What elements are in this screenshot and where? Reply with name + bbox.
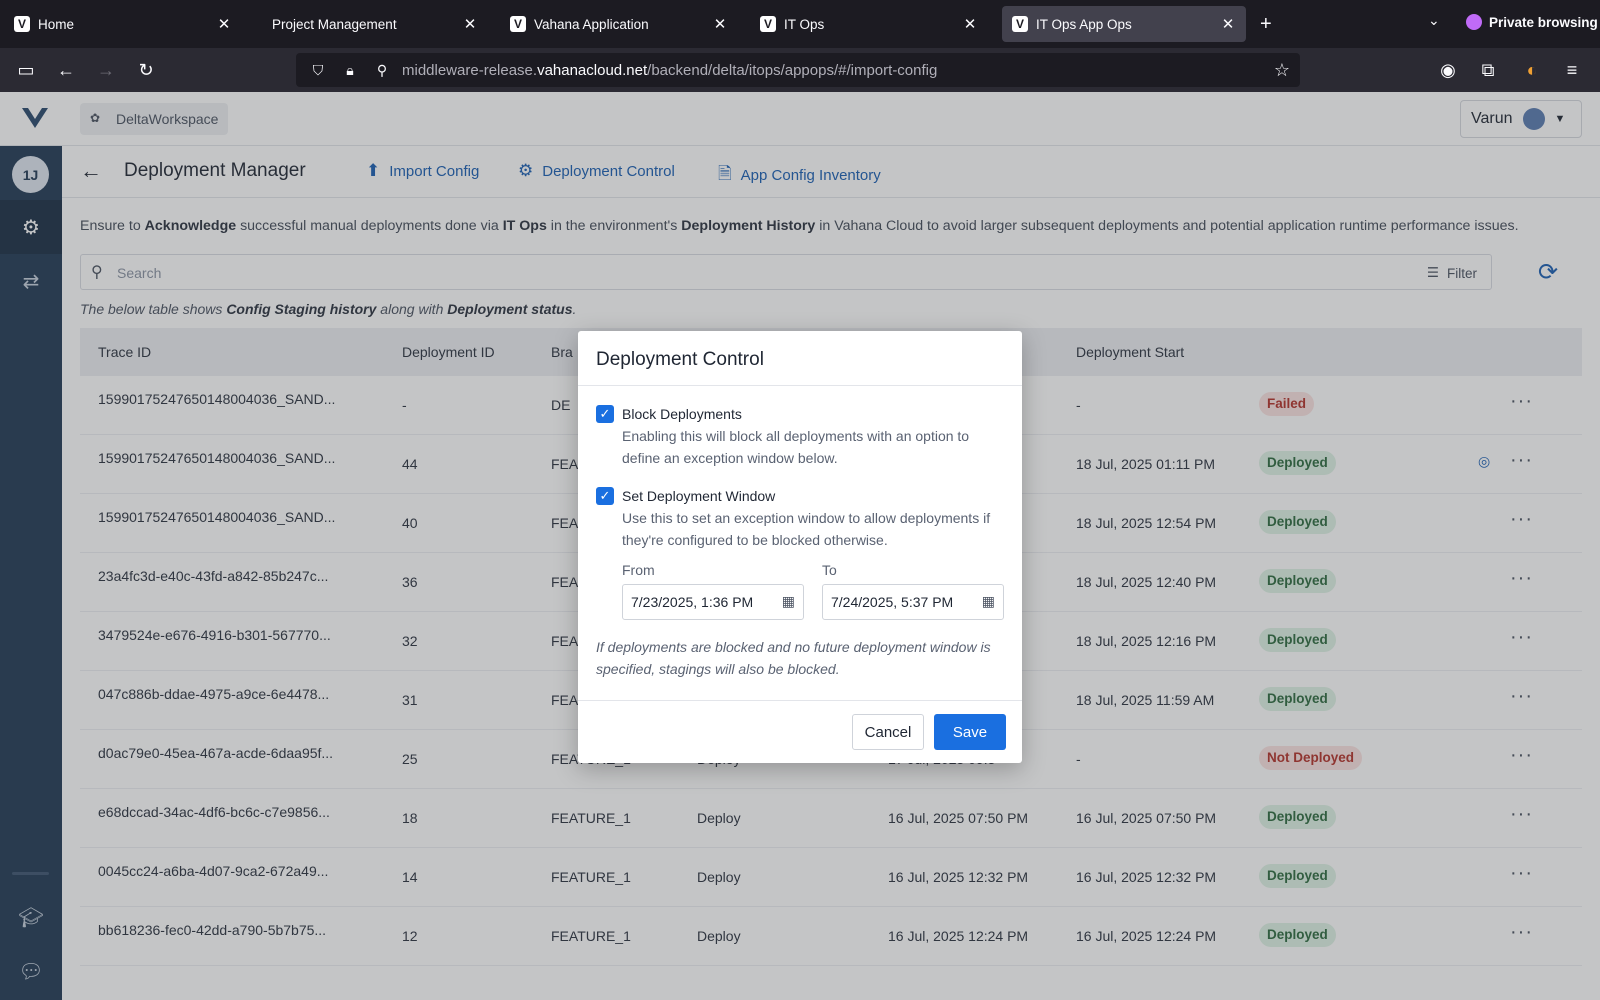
from-datetime-field[interactable]: 7/23/2025, 1:36 PM ▦ <box>622 584 804 620</box>
browser-tab-bar: V Home ✕ Project Management ✕ V Vahana A… <box>0 0 1600 48</box>
account-icon[interactable]: ◉ <box>1436 58 1460 82</box>
block-deployments-label[interactable]: Block Deployments <box>622 406 742 422</box>
from-datetime-value: 7/23/2025, 1:36 PM <box>631 594 754 610</box>
block-deployments-description: Enabling this will block all deployments… <box>622 428 970 466</box>
to-datetime-field[interactable]: 7/24/2025, 5:37 PM ▦ <box>822 584 1004 620</box>
set-deployment-window-description: Use this to set an exception window to a… <box>622 510 991 548</box>
tab-title: Vahana Application <box>534 16 649 32</box>
browser-nav-bar: ▭ ← → ↻ ⛉ 🔒︎ ⚲ middleware-release.vahana… <box>0 48 1600 92</box>
private-browsing-label: Private browsing <box>1489 14 1598 30</box>
sidebar-toggle-icon[interactable]: ▭ <box>14 58 38 82</box>
dialog-title: Deployment Control <box>596 349 764 370</box>
vahana-favicon-icon: V <box>510 16 526 32</box>
to-label: To <box>822 562 837 578</box>
private-mask-icon <box>1466 14 1482 30</box>
browser-tab[interactable]: V IT Ops ✕ <box>750 6 988 42</box>
dialog-divider <box>578 700 1022 701</box>
browser-tab-active[interactable]: V IT Ops App Ops ✕ <box>1002 6 1246 42</box>
shield-icon[interactable]: ⛉ <box>308 62 328 79</box>
cancel-button[interactable]: Cancel <box>852 714 924 750</box>
menu-icon[interactable]: ≡ <box>1560 58 1584 82</box>
close-icon[interactable]: ✕ <box>712 15 728 33</box>
tab-title: IT Ops App Ops <box>1036 16 1132 32</box>
browser-tab[interactable]: Project Management ✕ <box>250 6 488 42</box>
to-datetime-value: 7/24/2025, 5:37 PM <box>831 594 954 610</box>
browser-tab[interactable]: V Home ✕ <box>4 6 242 42</box>
forward-icon[interactable]: → <box>94 58 118 82</box>
address-bar[interactable]: ⛉ 🔒︎ ⚲ middleware-release.vahanacloud.ne… <box>296 53 1300 87</box>
bookmark-star-icon[interactable]: ☆ <box>1274 60 1290 81</box>
vahana-favicon-icon: V <box>14 16 30 32</box>
set-deployment-window-checkbox[interactable]: ✓ <box>596 487 614 505</box>
lock-icon[interactable]: 🔒︎ <box>340 62 360 79</box>
new-tab-icon[interactable]: + <box>1260 12 1272 36</box>
calendar-icon[interactable]: ▦ <box>982 593 995 610</box>
tab-title: Home <box>38 16 75 32</box>
close-icon[interactable]: ✕ <box>462 15 478 33</box>
dialog-divider <box>578 385 1022 386</box>
from-label: From <box>622 562 655 578</box>
reload-icon[interactable]: ↻ <box>134 58 158 82</box>
tab-title: Project Management <box>272 16 397 32</box>
extension-fox-icon[interactable]: ◐ <box>1520 58 1544 82</box>
extensions-icon[interactable]: ⧉ <box>1476 58 1500 82</box>
dialog-note: If deployments are blocked and no future… <box>596 639 991 677</box>
vahana-favicon-icon: V <box>760 16 776 32</box>
close-icon[interactable]: ✕ <box>962 15 978 33</box>
save-button[interactable]: Save <box>934 714 1006 750</box>
calendar-icon[interactable]: ▦ <box>782 593 795 610</box>
close-icon[interactable]: ✕ <box>1220 15 1236 33</box>
permissions-icon[interactable]: ⚲ <box>372 62 392 79</box>
chevron-down-icon[interactable]: ⌄ <box>1428 12 1440 29</box>
browser-tab[interactable]: V Vahana Application ✕ <box>500 6 738 42</box>
url-text[interactable]: middleware-release.vahanacloud.net/backe… <box>402 62 937 79</box>
back-icon[interactable]: ← <box>54 58 78 82</box>
private-browsing-indicator: Private browsing <box>1466 14 1598 30</box>
vahana-favicon-icon: V <box>1012 16 1028 32</box>
deployment-control-dialog: Deployment Control ✓ Block Deployments E… <box>578 331 1022 763</box>
set-deployment-window-label[interactable]: Set Deployment Window <box>622 488 775 504</box>
block-deployments-checkbox[interactable]: ✓ <box>596 405 614 423</box>
close-icon[interactable]: ✕ <box>216 15 232 33</box>
tab-title: IT Ops <box>784 16 825 32</box>
